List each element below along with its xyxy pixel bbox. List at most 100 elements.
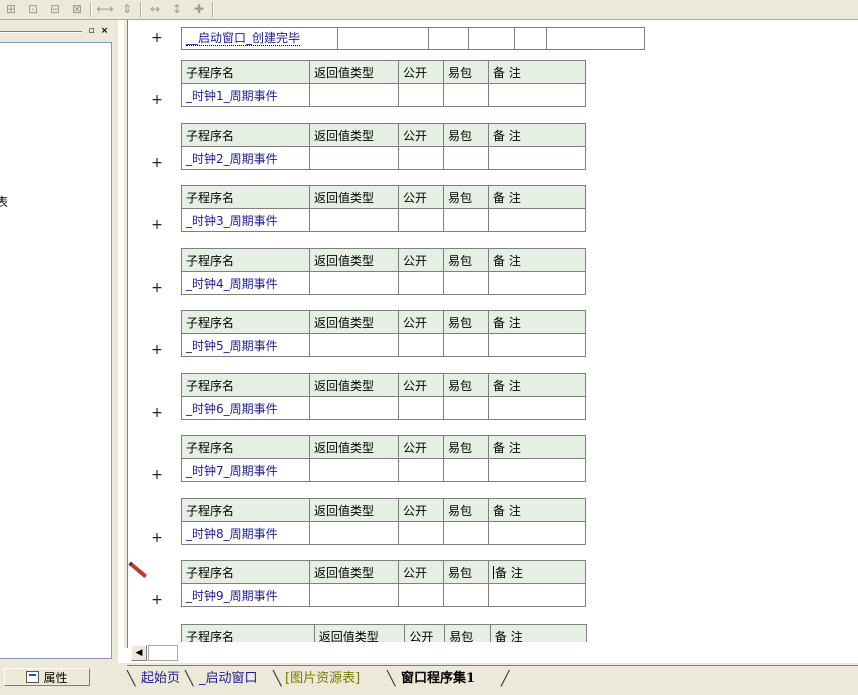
remark-cell[interactable]	[515, 28, 547, 49]
return-type-cell[interactable]	[309, 333, 399, 357]
return-type-cell[interactable]	[338, 28, 429, 49]
subroutine-block[interactable]: 子程序名 返回值类型 公开 易包备 注 _时钟8_周期事件	[181, 498, 587, 548]
subroutine-name-cell[interactable]: _时钟2_周期事件	[181, 146, 310, 170]
expand-icon[interactable]: +	[151, 156, 163, 170]
expand-icon[interactable]: +	[151, 593, 163, 607]
return-type-cell[interactable]	[309, 208, 399, 232]
subroutine-block[interactable]: 子程序名 返回值类型 公开 易包备 注 _时钟3_周期事件	[181, 185, 587, 235]
align-top-icon[interactable]: ⊟	[46, 1, 64, 17]
subroutine-block[interactable]: 子程序名 返回值类型 公开 易包备 注 _时钟6_周期事件	[181, 373, 587, 423]
remark-cell[interactable]	[488, 583, 586, 607]
subroutine-table[interactable]: 子程序名 返回值类型 公开 易包备 注 _时钟3_周期事件	[181, 185, 586, 232]
public-cell[interactable]	[398, 271, 444, 295]
easy-pkg-cell[interactable]	[443, 333, 489, 357]
table-row[interactable]: _时钟5_周期事件	[181, 333, 586, 357]
subroutine-name-cell[interactable]: _时钟7_周期事件	[181, 458, 310, 482]
subroutine-table[interactable]: 子程序名 返回值类型 公开 易包备 注 _时钟4_周期事件	[181, 248, 586, 295]
same-width-icon[interactable]: ⟷	[96, 1, 114, 17]
subroutine-name-cell[interactable]: _时钟3_周期事件	[181, 208, 310, 232]
expand-icon[interactable]: +	[151, 343, 163, 357]
table-row[interactable]: _时钟8_周期事件	[181, 521, 586, 545]
remark-cell[interactable]	[488, 271, 586, 295]
return-type-cell[interactable]	[309, 83, 399, 107]
remark-cell[interactable]	[488, 521, 586, 545]
tab-image-resources[interactable]: [图片资源表]	[277, 668, 368, 690]
subroutine-table[interactable]: 子程序名 返回值类型 公开 易包备 注 _时钟1_周期事件	[181, 60, 586, 107]
table-row[interactable]: _时钟4_周期事件	[181, 271, 586, 295]
table-row[interactable]: _时钟7_周期事件	[181, 458, 586, 482]
extra-cell[interactable]	[547, 28, 644, 49]
subroutine-block[interactable]: 子程序名 返回值类型 公开 易包备 注 _时钟4_周期事件	[181, 248, 587, 298]
public-cell[interactable]	[398, 521, 444, 545]
public-cell[interactable]	[398, 458, 444, 482]
center-icon[interactable]: ✚	[190, 1, 208, 17]
table-row[interactable]: _时钟9_周期事件	[181, 583, 586, 607]
subroutine-block[interactable]: 子程序名 返回值类型 公开 易包备 注 _时钟2_周期事件	[181, 123, 587, 173]
subroutine-table[interactable]: 子程序名 返回值类型 公开 易包备 注 _时钟8_周期事件	[181, 498, 586, 545]
subroutine-name-cell[interactable]: _时钟6_周期事件	[181, 396, 310, 420]
easy-pkg-cell[interactable]	[443, 583, 489, 607]
remark-cell[interactable]	[488, 458, 586, 482]
v-space-icon[interactable]: ↕	[168, 1, 186, 17]
panel-close-icon[interactable]: ×	[99, 26, 110, 36]
subroutine-table[interactable]: 子程序名 返回值类型 公开 易包备 注 _时钟9_周期事件	[181, 560, 586, 607]
expand-icon[interactable]: +	[151, 281, 163, 295]
properties-tab[interactable]: 属性	[4, 668, 90, 686]
return-type-cell[interactable]	[309, 458, 399, 482]
subroutine-table[interactable]: 子程序名 返回值类型 公开 易包备 注	[181, 624, 588, 642]
table-row[interactable]: _时钟2_周期事件	[181, 146, 586, 170]
table-row[interactable]: _时钟3_周期事件	[181, 208, 586, 232]
expand-icon[interactable]: +	[151, 468, 163, 482]
tab-start-page[interactable]: 起始页	[133, 668, 188, 690]
subroutine-block[interactable]: 子程序名 返回值类型 公开 易包备 注 _时钟7_周期事件	[181, 435, 587, 485]
subroutine-block[interactable]: 子程序名 返回值类型 公开 易包备 注 _时钟9_周期事件	[181, 560, 587, 610]
panel-content[interactable]: 表	[0, 42, 112, 659]
easy-pkg-cell[interactable]	[443, 396, 489, 420]
subroutine-name-cell[interactable]: _时钟9_周期事件	[181, 583, 310, 607]
expand-icon[interactable]: +	[151, 218, 163, 232]
public-cell[interactable]	[398, 396, 444, 420]
easy-pkg-cell[interactable]	[443, 83, 489, 107]
remark-cell[interactable]	[488, 333, 586, 357]
remark-cell[interactable]	[488, 396, 586, 420]
startup-subroutine-row[interactable]: __启动窗口_创建完毕	[181, 27, 645, 50]
subroutine-block[interactable]: 子程序名 返回值类型 公开 易包备 注 _时钟1_周期事件	[181, 60, 587, 110]
scroll-left-icon[interactable]: ◀	[131, 645, 147, 661]
align-center-icon[interactable]: ⊡	[24, 1, 42, 17]
public-cell[interactable]	[398, 146, 444, 170]
easy-pkg-cell[interactable]	[443, 146, 489, 170]
table-row[interactable]: _时钟6_周期事件	[181, 396, 586, 420]
align-left-icon[interactable]: ⊞	[2, 1, 20, 17]
subroutine-name-cell[interactable]: _时钟4_周期事件	[181, 271, 310, 295]
subroutine-name-cell[interactable]: _时钟5_周期事件	[181, 333, 310, 357]
return-type-cell[interactable]	[309, 396, 399, 420]
return-type-cell[interactable]	[309, 521, 399, 545]
easy-pkg-cell[interactable]	[443, 521, 489, 545]
remark-cell[interactable]	[488, 146, 586, 170]
return-type-cell[interactable]	[309, 583, 399, 607]
return-type-cell[interactable]	[309, 271, 399, 295]
easy-pkg-cell[interactable]	[469, 28, 515, 49]
expand-icon[interactable]: +	[151, 531, 163, 545]
subroutine-name-cell[interactable]: __启动窗口_创建完毕	[182, 28, 338, 49]
expand-icon[interactable]: +	[151, 31, 163, 45]
expand-icon[interactable]: +	[151, 406, 163, 420]
scroll-track[interactable]	[148, 645, 178, 661]
same-height-icon[interactable]: ⇕	[118, 1, 136, 17]
panel-grip[interactable]	[0, 31, 82, 33]
subroutine-name-cell[interactable]: _时钟8_周期事件	[181, 521, 310, 545]
subroutine-block[interactable]: 子程序名 返回值类型 公开 易包备 注 _时钟5_周期事件	[181, 310, 587, 360]
public-cell[interactable]	[398, 208, 444, 232]
subroutine-name-cell[interactable]: _时钟1_周期事件	[181, 83, 310, 107]
public-cell[interactable]	[398, 333, 444, 357]
panel-minimize-icon[interactable]: ▫	[86, 26, 97, 36]
h-space-icon[interactable]: ↔	[146, 1, 164, 17]
easy-pkg-cell[interactable]	[443, 208, 489, 232]
easy-pkg-cell[interactable]	[443, 458, 489, 482]
easy-pkg-cell[interactable]	[443, 271, 489, 295]
return-type-cell[interactable]	[309, 146, 399, 170]
table-row[interactable]: _时钟1_周期事件	[181, 83, 586, 107]
remark-cell[interactable]	[488, 83, 586, 107]
tab-window-program-set[interactable]: 窗口程序集1	[393, 668, 483, 690]
subroutine-table[interactable]: 子程序名 返回值类型 公开 易包备 注 _时钟7_周期事件	[181, 435, 586, 482]
